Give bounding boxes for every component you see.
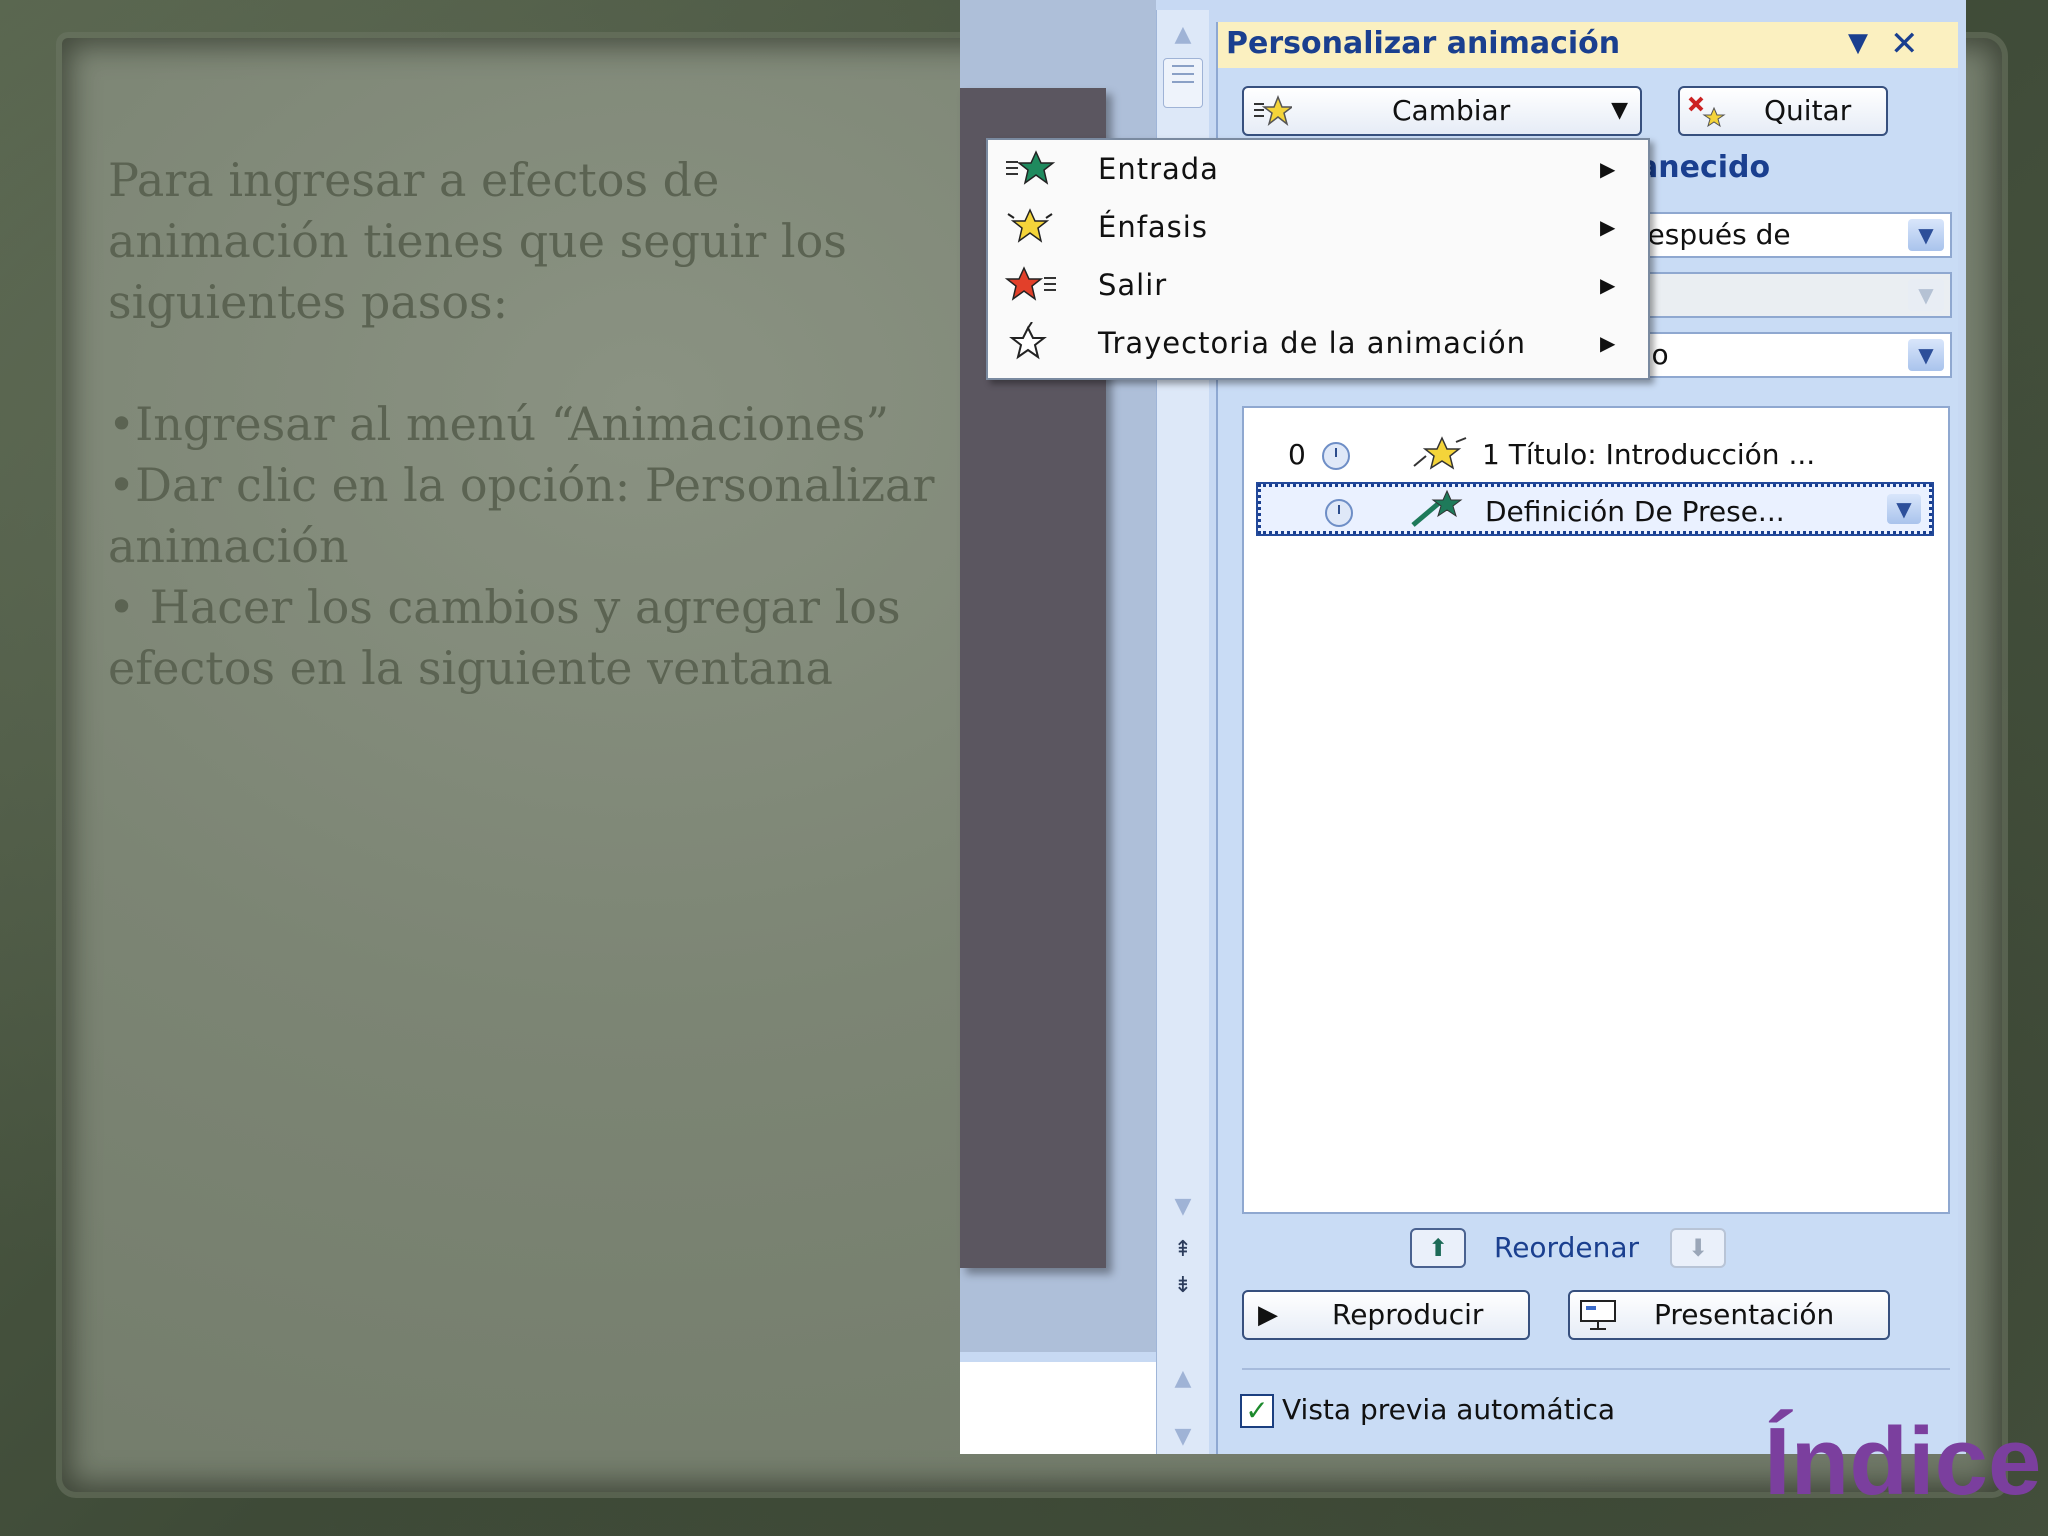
remove-button[interactable]: Quitar — [1678, 86, 1888, 136]
remove-button-label: Quitar — [1764, 94, 1852, 127]
effect-star-icon — [1411, 489, 1463, 527]
pane-menu-icon[interactable]: ▼ — [1848, 28, 1868, 58]
effect-label: Definición De Prese... — [1485, 495, 1785, 528]
emphasis-star-icon — [1007, 208, 1053, 243]
slideshow-button[interactable]: Presentación — [1568, 1290, 1890, 1340]
change-button-label: Cambiar — [1392, 94, 1511, 127]
chevron-down-icon: ▼ — [1908, 279, 1944, 311]
menu-item-label: Salir — [1098, 268, 1168, 302]
notes-scroll-down-icon[interactable]: ▼ — [1171, 1426, 1195, 1448]
play-button-label: Reproducir — [1332, 1298, 1484, 1331]
autopreview-label: Vista previa automática — [1282, 1393, 1616, 1426]
scroll-up-arrow-icon[interactable]: ▲ — [1171, 24, 1195, 46]
change-button[interactable]: Cambiar ▼ — [1242, 86, 1642, 136]
slide-body-text: Para ingresar a efectos de animación tie… — [108, 150, 948, 699]
bullet-line: •Dar clic en la opción: Personalizar — [108, 458, 935, 512]
effect-label: 1 Título: Introducción ... — [1482, 438, 1816, 471]
change-star-icon — [1254, 94, 1292, 126]
divider — [1242, 1368, 1950, 1370]
index-link[interactable]: Índice — [1764, 1412, 2041, 1512]
exit-star-icon — [1004, 266, 1056, 301]
bullet-line: animación — [108, 519, 349, 573]
menu-item-entrance[interactable]: Entrada ▶ — [988, 140, 1648, 198]
paragraph-line: siguientes pasos: — [108, 275, 509, 329]
chevron-down-icon[interactable]: ▼ — [1887, 494, 1921, 524]
effect-number: 0 — [1288, 438, 1306, 471]
move-down-button[interactable]: ⬇ — [1670, 1228, 1726, 1268]
pane-title: Personalizar animación — [1226, 26, 1621, 61]
paragraph-line: Para ingresar a efectos de — [108, 153, 720, 207]
bullet-line: efectos en la siguiente ventana — [108, 641, 833, 695]
submenu-arrow-icon: ▶ — [1600, 273, 1616, 297]
motion-path-star-icon — [1009, 322, 1047, 360]
chevron-down-icon[interactable]: ▼ — [1908, 219, 1944, 251]
menu-item-label: Énfasis — [1098, 210, 1208, 244]
menu-item-label: Trayectoria de la animación — [1098, 326, 1527, 360]
reorder-label: Reordenar — [1494, 1231, 1639, 1264]
play-icon: ▶ — [1258, 1300, 1278, 1330]
submenu-arrow-icon: ▶ — [1600, 157, 1616, 181]
submenu-arrow-icon: ▶ — [1600, 215, 1616, 239]
notes-area — [960, 1362, 1156, 1454]
menu-item-motion-path[interactable]: Trayectoria de la animación ▶ — [988, 314, 1648, 372]
slideshow-icon — [1580, 1300, 1616, 1330]
change-effect-menu: Entrada ▶ Énfasis ▶ Salir ▶ Trayectoria … — [986, 138, 1650, 380]
autopreview-checkbox[interactable]: ✓ — [1240, 1394, 1274, 1428]
next-slide-icon[interactable]: ⇟ — [1167, 1272, 1199, 1300]
clock-icon — [1322, 442, 1350, 470]
chevron-down-icon[interactable]: ▼ — [1908, 339, 1944, 371]
scroll-down-arrow-icon[interactable]: ▼ — [1171, 1196, 1195, 1218]
remove-effect-icon — [1688, 96, 1726, 128]
start-combo-value: Después de — [1626, 218, 1791, 251]
play-button[interactable]: ▶ Reproducir — [1242, 1290, 1530, 1340]
menu-item-exit[interactable]: Salir ▶ — [988, 256, 1648, 314]
list-item[interactable]: 0 1 Título: Introducción ... — [1258, 430, 1932, 480]
list-item-selected[interactable]: Definición De Prese... ▼ — [1256, 482, 1934, 536]
clock-icon — [1325, 499, 1353, 527]
bullet-line: •Ingresar al menú “Animaciones” — [108, 397, 890, 451]
submenu-arrow-icon: ▶ — [1600, 331, 1616, 355]
notes-scroll-up-icon[interactable]: ▲ — [1171, 1368, 1195, 1390]
move-up-button[interactable]: ⬆ — [1410, 1228, 1466, 1268]
effects-list[interactable]: 0 1 Título: Introducción ... Definición … — [1242, 406, 1950, 1214]
bullet-line: • Hacer los cambios y agregar los — [108, 580, 901, 634]
chevron-down-icon: ▼ — [1611, 98, 1628, 123]
effect-section-label: anecido — [1638, 150, 1771, 185]
slideshow-button-label: Presentación — [1654, 1298, 1835, 1331]
pane-title-bar: Personalizar animación ▼ ✕ — [1218, 22, 1958, 68]
menu-item-emphasis[interactable]: Énfasis ▶ — [988, 198, 1648, 256]
close-icon[interactable]: ✕ — [1890, 24, 1919, 64]
effect-star-icon — [1413, 436, 1467, 470]
paragraph-line: animación tienes que seguir los — [108, 214, 847, 268]
scroll-thumb[interactable] — [1163, 58, 1203, 108]
menu-item-label: Entrada — [1098, 152, 1219, 186]
entrance-star-icon — [1006, 150, 1056, 185]
previous-slide-icon[interactable]: ⇞ — [1167, 1236, 1199, 1264]
